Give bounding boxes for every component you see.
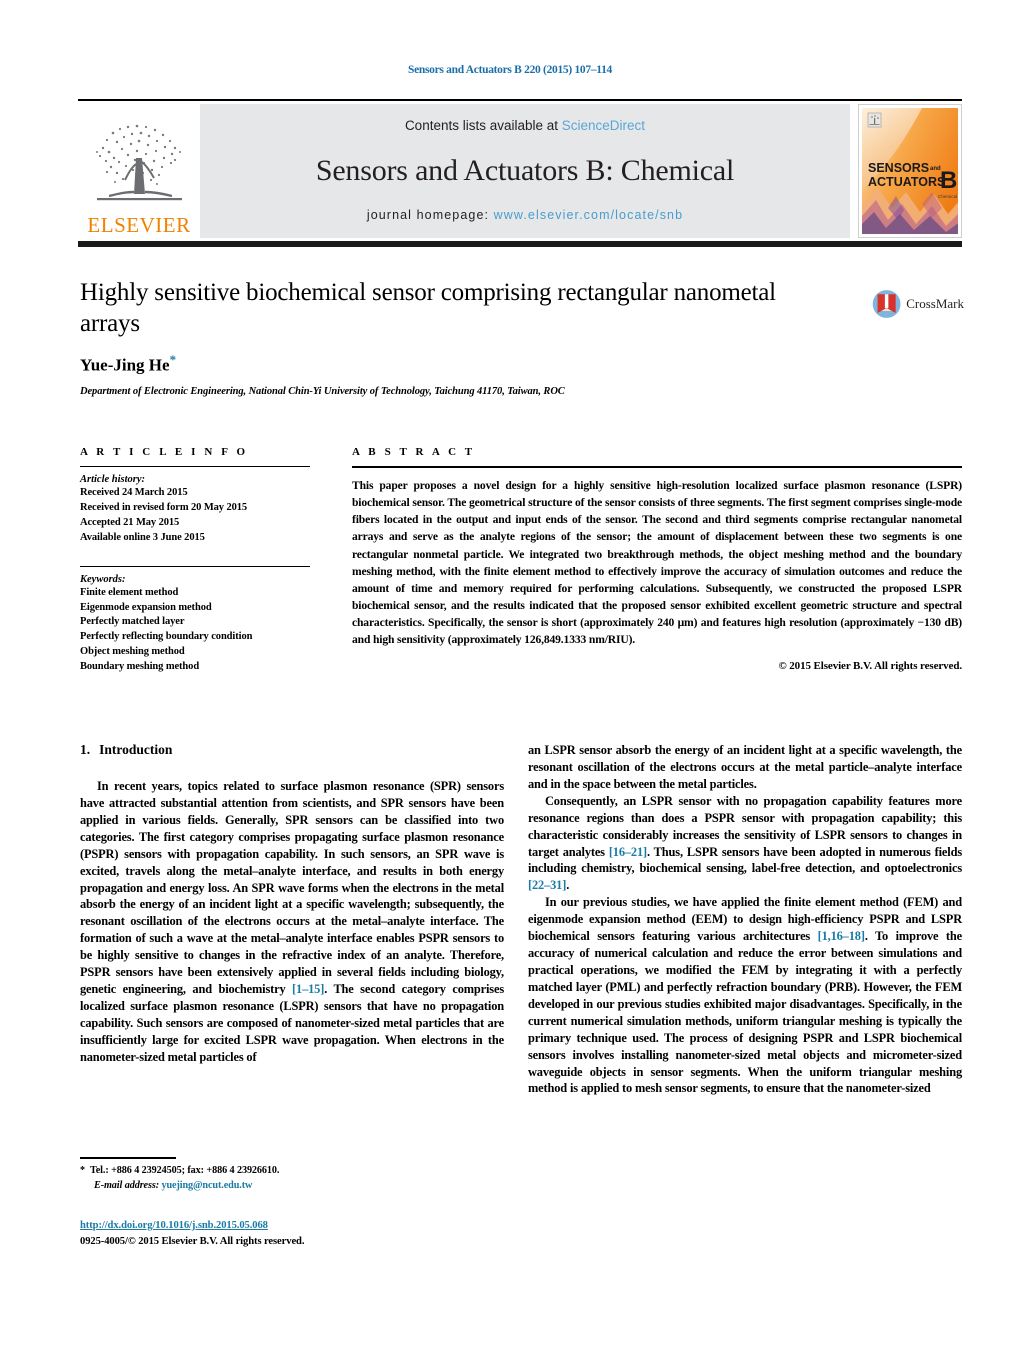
masthead-center: Contents lists available at ScienceDirec… — [200, 104, 850, 238]
keyword-item: Object meshing method — [80, 646, 185, 658]
citation-link[interactable]: [16–21] — [609, 845, 647, 859]
abstract-copyright: © 2015 Elsevier B.V. All rights reserved… — [778, 659, 963, 672]
homepage-prefix: journal homepage: — [366, 208, 494, 222]
doi-block: http://dx.doi.org/10.1016/j.snb.2015.05.… — [80, 1218, 540, 1250]
svg-text:ACTUATORS: ACTUATORS — [868, 175, 945, 189]
contents-available-line: Contents lists available at ScienceDirec… — [405, 118, 645, 133]
section-title: Introduction — [99, 742, 173, 757]
paragraph: In recent years, topics related to surfa… — [80, 779, 504, 1064]
section-number: 1. — [80, 742, 91, 757]
crossmark-badge[interactable]: CrossMark — [872, 278, 964, 330]
author-list: Yue-Jing He* — [80, 352, 176, 376]
corresponding-author-footnote: * Tel.: +886 4 23924505; fax: +886 4 2392… — [80, 1163, 510, 1194]
section-heading-introduction: 1. Introduction — [80, 742, 504, 758]
keyword-item: Perfectly reflecting boundary condition — [80, 631, 253, 643]
citation-link[interactable]: [22–31] — [528, 878, 566, 892]
paragraph: Consequently, an LSPR sensor with no pro… — [528, 793, 962, 893]
article-info-heading: A R T I C L E I N F O — [80, 446, 249, 458]
author-footnote-marker[interactable]: * — [170, 352, 177, 367]
abstract-column: A B S T R A C T This paper proposes a no… — [352, 446, 962, 672]
footnote-marker: * — [80, 1165, 85, 1176]
page-title: Highly sensitive biochemical sensor comp… — [80, 279, 776, 337]
keywords-block: Keywords: Finite element method Eigenmod… — [80, 565, 310, 675]
author-name: Yue-Jing He — [80, 355, 170, 375]
body-column-left: 1. Introduction In recent years, topics r… — [80, 742, 504, 1066]
elsevier-logo: ELSEVIER — [78, 104, 200, 238]
keyword-item: Eigenmode expansion method — [80, 601, 212, 613]
journal-cover-thumbnail: SENSORS and ACTUATORS B Chemical — [858, 104, 962, 238]
crossmark-icon — [872, 290, 901, 318]
doi-link[interactable]: http://dx.doi.org/10.1016/j.snb.2015.05.… — [80, 1218, 540, 1234]
journal-homepage-link[interactable]: www.elsevier.com/locate/snb — [494, 208, 684, 222]
journal-masthead: ELSEVIER Contents lists available at Sci… — [78, 104, 962, 238]
citation-link[interactable]: [1–15] — [292, 982, 324, 996]
email-label: E-mail address: — [94, 1180, 160, 1192]
elsevier-tree-icon — [96, 124, 182, 201]
svg-text:Chemical: Chemical — [938, 194, 957, 199]
article-info-rule — [80, 466, 310, 467]
masthead-bottom-rule — [78, 241, 962, 247]
svg-text:B: B — [940, 167, 957, 194]
journal-homepage-line: journal homepage: www.elsevier.com/locat… — [367, 208, 683, 222]
contents-prefix: Contents lists available at — [404, 118, 562, 133]
paragraph: an LSPR sensor absorb the energy of an i… — [528, 743, 962, 791]
keyword-item: Finite element method — [80, 586, 179, 598]
email-line: E-mail address: yuejing@ncut.edu.tw — [80, 1178, 510, 1193]
journal-title: Sensors and Actuators B: Chemical — [315, 153, 735, 187]
masthead-top-rule — [78, 99, 962, 101]
body-column-right: an LSPR sensor absorb the energy of an i… — [528, 742, 962, 1097]
paper-page: Sensors and Actuators B 220 (2015) 107–1… — [0, 0, 1020, 1351]
abstract-rule — [352, 466, 962, 468]
article-history-item: Accepted 21 May 2015 — [80, 516, 180, 528]
citation-link[interactable]: [1,16–18] — [818, 929, 865, 943]
issn-copyright-line: 0925-4005/© 2015 Elsevier B.V. All right… — [80, 1235, 305, 1247]
keyword-item: Boundary meshing method — [80, 661, 200, 673]
abstract-text: This paper proposes a novel design for a… — [352, 479, 962, 647]
footnote-contact: Tel.: +886 4 23924505; fax: +886 4 23926… — [90, 1165, 280, 1176]
keywords-label: Keywords: — [80, 573, 126, 585]
running-head: Sensors and Actuators B 220 (2015) 107–1… — [408, 64, 612, 76]
keyword-item: Perfectly matched layer — [80, 616, 185, 628]
article-info-column: A R T I C L E I N F O Article history: R… — [80, 446, 310, 675]
abstract-heading: A B S T R A C T — [352, 446, 476, 458]
crossmark-label: CrossMark — [906, 296, 964, 311]
keywords-rule — [80, 565, 310, 567]
affiliation: Department of Electronic Engineering, Na… — [80, 386, 565, 397]
svg-text:SENSORS: SENSORS — [868, 161, 929, 175]
elsevier-wordmark: ELSEVIER — [87, 212, 191, 237]
paragraph: In our previous studies, we have applied… — [528, 895, 962, 1096]
article-history-item: Available online 3 June 2015 — [80, 531, 205, 543]
email-link[interactable]: yuejing@ncut.edu.tw — [161, 1180, 252, 1191]
journal-cover-art: SENSORS and ACTUATORS B Chemical — [862, 108, 958, 234]
article-history-item: Received in revised form 20 May 2015 — [80, 501, 248, 513]
sciencedirect-link[interactable]: ScienceDirect — [562, 118, 645, 133]
article-history-label: Article history: — [80, 474, 146, 485]
footnote-rule — [80, 1157, 176, 1159]
article-history-item: Received 24 March 2015 — [80, 487, 188, 498]
